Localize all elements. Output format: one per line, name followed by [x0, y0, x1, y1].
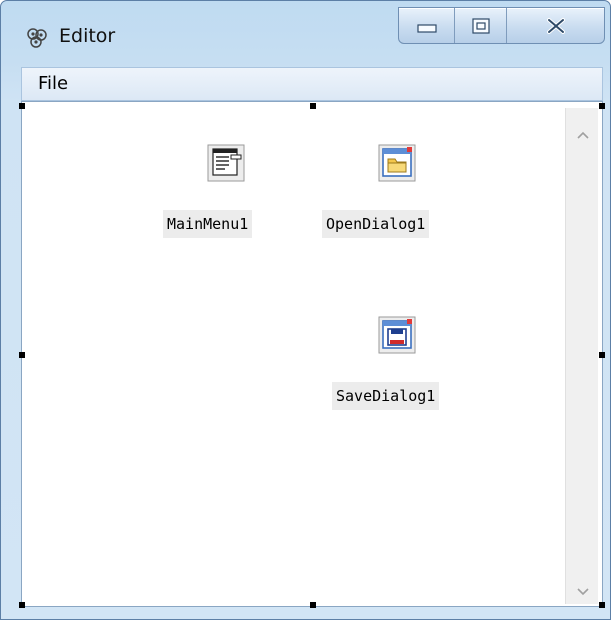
menu-bar: File	[21, 67, 603, 101]
component-savedialog1[interactable]: SaveDialog1	[24, 108, 564, 604]
selection-handle-top-right[interactable]	[599, 103, 605, 109]
selection-handle-middle-left[interactable]	[19, 352, 25, 358]
selection-handle-bottom-right[interactable]	[599, 602, 605, 608]
selection-handle-bottom-left[interactable]	[19, 602, 25, 608]
selection-handle-top-left[interactable]	[19, 103, 25, 109]
minimize-button[interactable]	[399, 8, 455, 43]
component-label: SaveDialog1	[332, 382, 440, 410]
scroll-up-arrow-icon[interactable]	[577, 125, 589, 139]
minimize-icon	[416, 23, 437, 33]
selection-handle-top-center[interactable]	[310, 103, 316, 109]
component-label: MainMenu1	[163, 210, 253, 238]
component-opendialog1[interactable]: OpenDialog1	[24, 108, 564, 604]
form-design-surface[interactable]: MainMenu1 OpenDialog1 SaveDialog1	[24, 108, 564, 604]
selection-handle-middle-right[interactable]	[599, 352, 605, 358]
form-client-area[interactable]: MainMenu1 OpenDialog1 SaveDialog1	[21, 101, 603, 607]
maximize-button[interactable]	[455, 8, 507, 43]
close-button[interactable]	[507, 8, 604, 43]
component-label: OpenDialog1	[322, 210, 430, 238]
close-icon	[546, 17, 565, 34]
scroll-down-arrow-icon[interactable]	[577, 582, 589, 596]
maximize-icon	[471, 17, 490, 34]
save-dialog-icon[interactable]	[378, 316, 416, 354]
window-title: Editor	[59, 25, 116, 47]
app-icon	[25, 26, 49, 50]
main-menu-icon[interactable]	[207, 144, 245, 182]
menu-file[interactable]: File	[38, 73, 68, 94]
open-dialog-icon[interactable]	[378, 144, 416, 182]
component-mainmenu1[interactable]: MainMenu1	[24, 108, 564, 604]
editor-window: Editor File MainMenu1 OpenDialog1 SaveDi…	[0, 0, 611, 620]
vertical-scrollbar[interactable]	[565, 108, 598, 604]
selection-handle-bottom-center[interactable]	[310, 602, 316, 608]
title-bar[interactable]: Editor	[1, 1, 610, 65]
caption-buttons	[398, 7, 605, 44]
